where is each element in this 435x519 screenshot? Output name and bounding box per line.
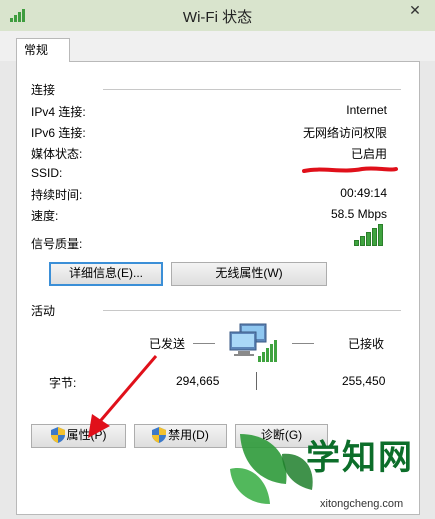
signal-bar bbox=[354, 240, 359, 246]
bytes-received-value: 255,450 bbox=[342, 374, 386, 388]
received-line bbox=[292, 343, 314, 344]
signal-bar bbox=[372, 228, 377, 246]
signal-bar bbox=[366, 232, 371, 246]
received-label: 已接收 bbox=[348, 337, 385, 351]
watermark: 学知网 xitongcheng.com bbox=[220, 424, 435, 519]
ipv6-label: IPv6 连接: bbox=[31, 126, 86, 140]
speed-value: 58.5 Mbps bbox=[330, 207, 387, 221]
media-state-value: 已启用 bbox=[350, 147, 387, 161]
tab-general[interactable]: 常规 bbox=[16, 38, 70, 62]
activity-section-title: 活动 bbox=[31, 304, 56, 318]
ipv4-value: Internet bbox=[346, 103, 387, 117]
window-title: Wi-Fi 状态 bbox=[182, 9, 253, 26]
ssid-label: SSID: bbox=[31, 166, 63, 180]
media-state-label: 媒体状态: bbox=[31, 147, 83, 161]
connection-section-title: 连接 bbox=[31, 83, 56, 97]
signal-quality-label: 信号质量: bbox=[31, 237, 83, 251]
signal-bar bbox=[360, 236, 365, 246]
duration-label: 持续时间: bbox=[31, 188, 83, 202]
sent-line bbox=[193, 343, 215, 344]
sent-label: 已发送 bbox=[149, 337, 186, 351]
ipv4-label: IPv4 连接: bbox=[31, 105, 86, 119]
details-button[interactable]: 详细信息(E)... bbox=[49, 262, 163, 286]
title-bar[interactable]: Wi-Fi 状态 ✕ bbox=[0, 0, 435, 32]
watermark-brand: 学知网 bbox=[306, 439, 414, 477]
watermark-url: xitongcheng.com bbox=[320, 498, 404, 510]
network-computers-icon bbox=[229, 323, 277, 362]
ipv6-value: 无网络访问权限 bbox=[302, 126, 387, 140]
duration-value: 00:49:14 bbox=[340, 186, 387, 200]
connection-separator bbox=[103, 89, 401, 90]
close-button[interactable]: ✕ bbox=[401, 0, 429, 22]
ssid-redaction-scribble bbox=[302, 166, 398, 173]
speed-label: 速度: bbox=[31, 209, 59, 223]
activity-separator bbox=[103, 310, 401, 311]
bytes-divider bbox=[256, 372, 257, 390]
annotation-arrow bbox=[88, 355, 158, 438]
bytes-sent-value: 294,665 bbox=[176, 374, 220, 388]
uac-shield-icon bbox=[50, 427, 65, 443]
wireless-properties-button[interactable]: 无线属性(W) bbox=[171, 262, 327, 286]
signal-bar bbox=[378, 224, 383, 246]
bytes-label: 字节: bbox=[49, 376, 77, 390]
